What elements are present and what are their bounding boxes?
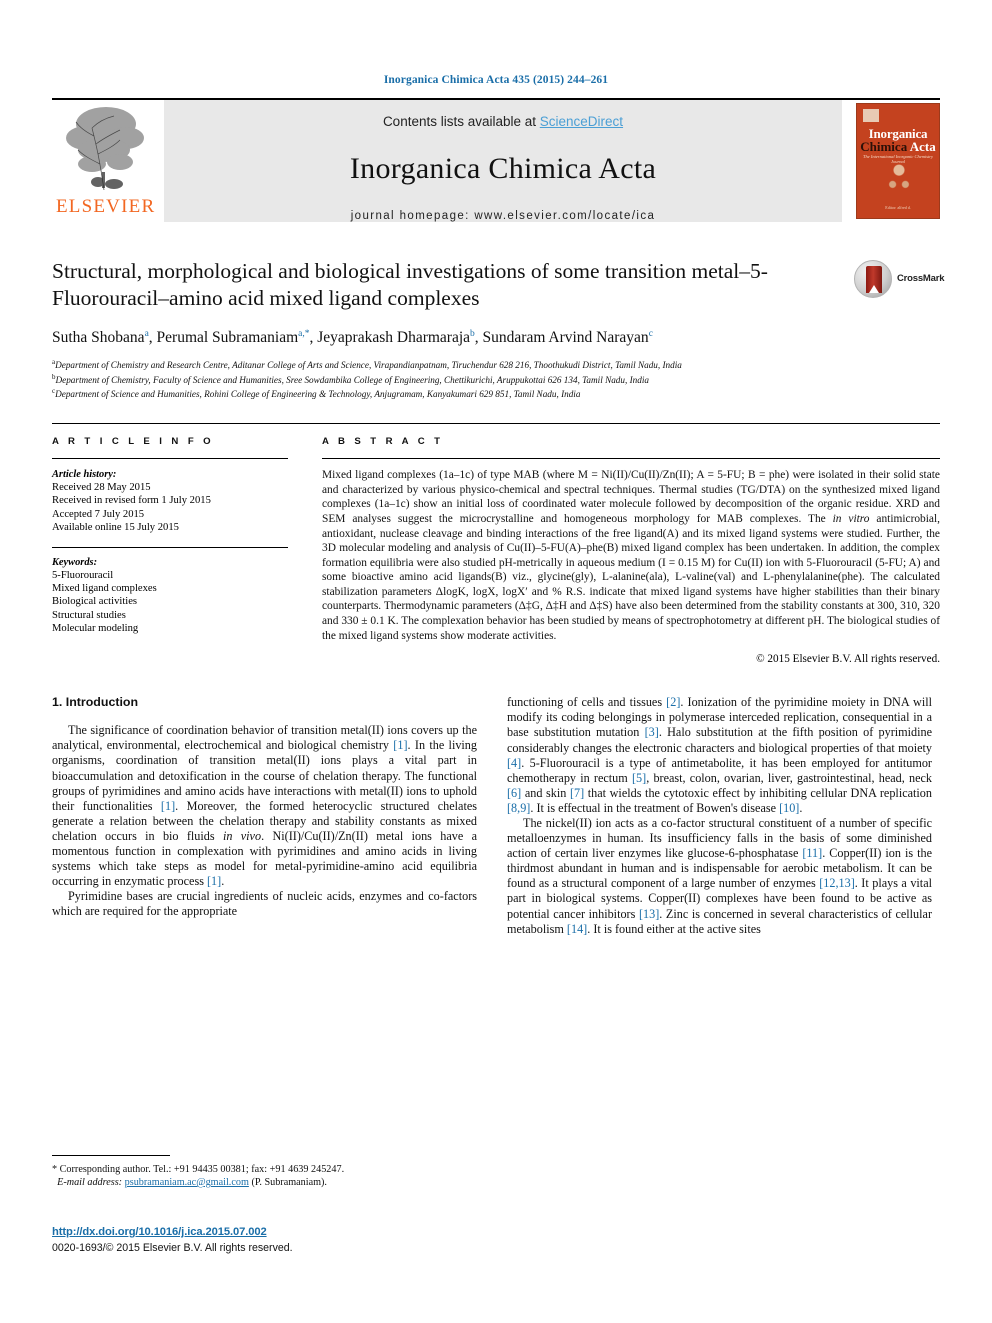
paragraph: Pyrimidine bases are crucial ingredients… bbox=[52, 889, 477, 919]
body-column-right: functioning of cells and tissues [2]. Io… bbox=[507, 695, 932, 937]
author-name: Perumal Subramaniam bbox=[156, 329, 299, 347]
cover-artwork bbox=[883, 164, 915, 198]
email-label: E-mail address: bbox=[57, 1177, 123, 1188]
author-item: Sundaram Arvind Narayanc bbox=[483, 329, 653, 346]
crossmark-icon bbox=[854, 260, 892, 298]
elsevier-wordmark: ELSEVIER bbox=[56, 196, 156, 217]
abstract-text: Mixed ligand complexes (1a–1c) of type M… bbox=[322, 469, 940, 642]
author-affil-marker: c bbox=[648, 329, 653, 339]
cover-title-line2: Chimica Acta bbox=[857, 139, 939, 155]
keywords-label: Keywords: bbox=[52, 556, 98, 568]
body-region: 1. Introduction The significance of coor… bbox=[52, 695, 940, 937]
affiliation-item: aDepartment of Chemistry and Research Ce… bbox=[52, 357, 940, 372]
keyword-item: Structural studies bbox=[52, 609, 126, 621]
affiliation-text: Department of Chemistry, Faculty of Scie… bbox=[55, 374, 649, 385]
doi-link[interactable]: http://dx.doi.org/10.1016/j.ica.2015.07.… bbox=[52, 1226, 267, 1238]
keyword-item: 5-Fluorouracil bbox=[52, 569, 114, 581]
cover-footer: Editor: alfred d. bbox=[885, 205, 911, 210]
affiliation-text: Department of Science and Humanities, Ro… bbox=[55, 389, 581, 400]
masthead-center: Contents lists available at ScienceDirec… bbox=[164, 100, 842, 222]
divider bbox=[322, 458, 940, 460]
article-info-heading: A R T I C L E I N F O bbox=[52, 436, 215, 448]
article-history-item: Accepted 7 July 2015 bbox=[52, 508, 145, 520]
paragraph: The nickel(II) ion acts as a co-factor s… bbox=[507, 816, 932, 936]
cover-title-chimica: Chimica bbox=[860, 139, 908, 154]
article-history-item: Available online 15 July 2015 bbox=[52, 521, 179, 533]
author-affil-marker: a bbox=[144, 329, 149, 339]
corresponding-author-line: * Corresponding author. Tel.: +91 94435 … bbox=[52, 1164, 345, 1175]
email-line: E-mail address: psubramaniam.ac@gmail.co… bbox=[52, 1176, 477, 1189]
article-info-column: A R T I C L E I N F O Article history: R… bbox=[52, 436, 288, 665]
crossmark-arrow-shape bbox=[869, 285, 879, 293]
paragraph: functioning of cells and tissues [2]. Io… bbox=[507, 695, 933, 815]
contents-line: Contents lists available at ScienceDirec… bbox=[164, 100, 842, 129]
abstract-copyright: © 2015 Elsevier B.V. All rights reserved… bbox=[756, 653, 940, 666]
article-history-item: Received in revised form 1 July 2015 bbox=[52, 495, 211, 507]
crossmark-badge[interactable]: CrossMark bbox=[854, 260, 945, 302]
keyword-item: Molecular modeling bbox=[52, 622, 139, 634]
cover-subtitle: The International Inorganic Chemistry Jo… bbox=[863, 154, 933, 164]
abstract-column: A B S T R A C T Mixed ligand complexes (… bbox=[322, 436, 940, 665]
affiliation-text: Department of Chemistry and Research Cen… bbox=[55, 360, 682, 371]
keyword-item: Mixed ligand complexes bbox=[52, 583, 157, 595]
paragraph: The significance of coordination behavio… bbox=[52, 723, 478, 889]
article-history-item: Received 28 May 2015 bbox=[52, 482, 151, 494]
crossmark-label: CrossMark bbox=[897, 273, 945, 284]
article-history-label: Article history: bbox=[52, 469, 117, 481]
title-block: Structural, morphological and biological… bbox=[52, 258, 945, 401]
author-name: Sutha Shobana bbox=[52, 329, 145, 347]
journal-cover-thumbnail: Inorganica Chimica Acta The Internationa… bbox=[856, 103, 940, 219]
sciencedirect-link[interactable]: ScienceDirect bbox=[540, 114, 623, 129]
affiliation-item: bDepartment of Chemistry, Faculty of Sci… bbox=[52, 372, 940, 387]
body-column-left: 1. Introduction The significance of coor… bbox=[52, 695, 477, 937]
affiliation-list: aDepartment of Chemistry and Research Ce… bbox=[52, 357, 940, 401]
journal-masthead: ELSEVIER Contents lists available at Sci… bbox=[52, 98, 940, 222]
running-head: Inorganica Chimica Acta 435 (2015) 244–2… bbox=[383, 74, 609, 86]
author-item: Perumal Subramaniama,* bbox=[157, 329, 310, 346]
author-name: Jeyaprakash Dharmaraja bbox=[317, 329, 471, 347]
article-title: Structural, morphological and biological… bbox=[52, 259, 768, 310]
info-abstract-region: A R T I C L E I N F O Article history: R… bbox=[52, 423, 940, 665]
author-affil-marker: a,* bbox=[298, 329, 310, 339]
cover-elsevier-mark bbox=[863, 109, 879, 122]
email-link[interactable]: psubramaniam.ac@gmail.com bbox=[125, 1177, 249, 1188]
email-owner: (P. Subramaniam). bbox=[251, 1177, 327, 1188]
section-heading-introduction: 1. Introduction bbox=[52, 695, 139, 710]
issn-copyright-line: 0020-1693/© 2015 Elsevier B.V. All right… bbox=[52, 1242, 293, 1254]
corresponding-author-footnote: * Corresponding author. Tel.: +91 94435 … bbox=[52, 1155, 477, 1189]
elsevier-logo: ELSEVIER bbox=[52, 100, 164, 222]
footnote-divider bbox=[52, 1155, 170, 1156]
journal-title: Inorganica Chimica Acta bbox=[349, 152, 657, 185]
article-page: Inorganica Chimica Acta 435 (2015) 244–2… bbox=[0, 0, 992, 1323]
journal-homepage[interactable]: journal homepage: www.elsevier.com/locat… bbox=[164, 210, 842, 222]
author-affil-marker: b bbox=[470, 329, 475, 339]
author-item: Sutha Shobanaa bbox=[52, 329, 149, 346]
abstract-heading: A B S T R A C T bbox=[322, 436, 444, 448]
author-name: Sundaram Arvind Narayan bbox=[482, 329, 649, 347]
contents-prefix: Contents lists available at bbox=[382, 114, 540, 129]
affiliation-item: cDepartment of Science and Humanities, R… bbox=[52, 386, 940, 401]
divider bbox=[52, 458, 288, 460]
cover-title-acta: Acta bbox=[909, 139, 936, 154]
elsevier-tree-icon bbox=[66, 107, 144, 191]
keyword-item: Biological activities bbox=[52, 596, 138, 608]
author-item: Jeyaprakash Dharmarajab bbox=[317, 329, 475, 346]
doi-block: http://dx.doi.org/10.1016/j.ica.2015.07.… bbox=[52, 1222, 482, 1254]
divider bbox=[52, 546, 288, 548]
author-list: Sutha Shobanaa, Perumal Subramaniama,*, … bbox=[52, 329, 653, 347]
